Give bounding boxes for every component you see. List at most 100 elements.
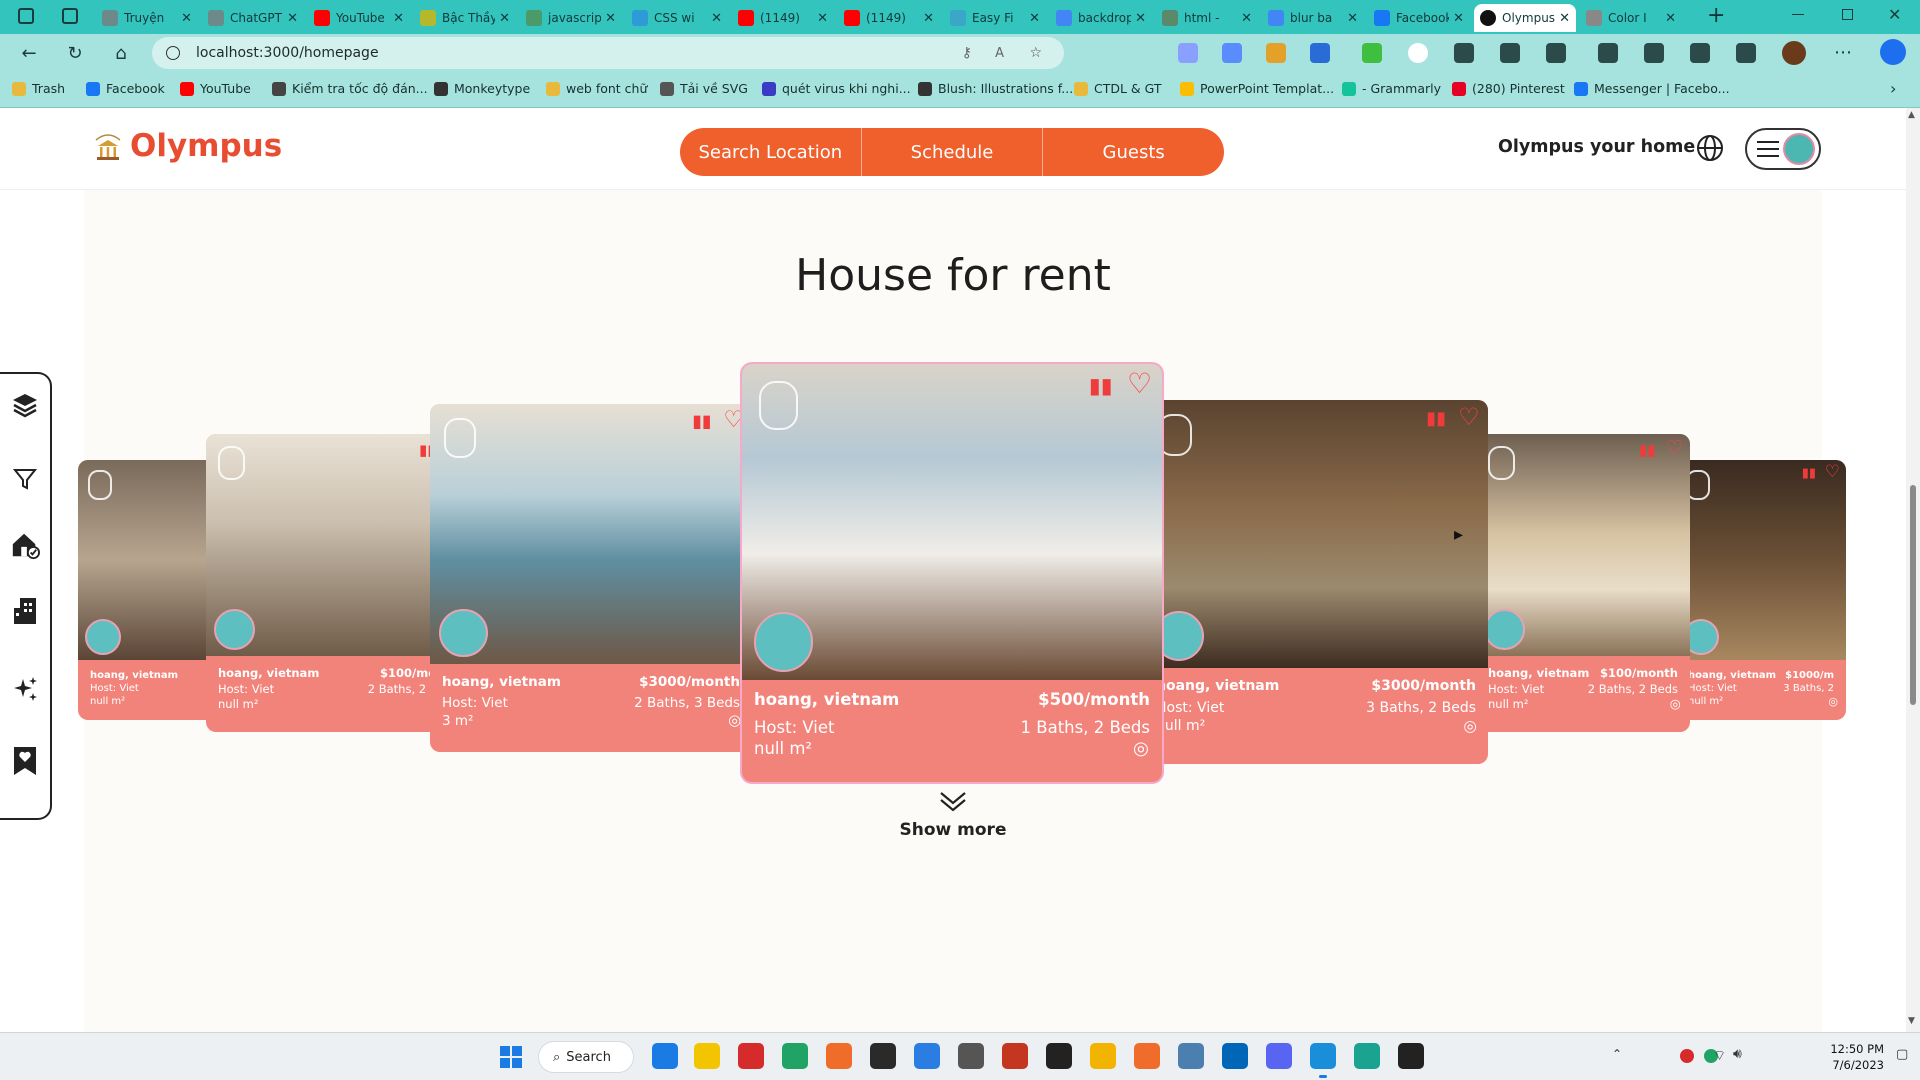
share-icon[interactable] bbox=[1736, 43, 1756, 63]
taskbar-app-icon[interactable] bbox=[782, 1043, 808, 1069]
taskbar-app-icon[interactable] bbox=[1398, 1043, 1424, 1069]
guests-button[interactable]: Guests bbox=[1043, 128, 1224, 176]
house-card[interactable]: ▮▮ ♡ hoang, vietnam $500/month Host: Viet 1 B… bbox=[742, 364, 1162, 782]
globe-icon[interactable] bbox=[1696, 134, 1724, 162]
compass-icon[interactable]: ◎ bbox=[1828, 695, 1838, 708]
taskbar-app-icon[interactable] bbox=[870, 1043, 896, 1069]
heart-icon[interactable]: ♡ bbox=[1825, 462, 1840, 482]
heart-icon[interactable]: ♡ bbox=[1666, 436, 1684, 459]
taskbar-app-icon[interactable] bbox=[914, 1043, 940, 1069]
home-check-icon[interactable] bbox=[10, 530, 40, 560]
taskbar-app-icon[interactable] bbox=[1002, 1043, 1028, 1069]
sparkles-icon[interactable] bbox=[10, 674, 40, 704]
scrollbar-thumb[interactable] bbox=[1910, 485, 1916, 705]
browser-tab[interactable]: Bậc Thầy ✕ bbox=[414, 4, 516, 32]
taskbar-search[interactable]: ⌕ Search bbox=[538, 1041, 634, 1073]
layers-icon[interactable] bbox=[10, 390, 40, 420]
tray-app-icon[interactable] bbox=[1680, 1049, 1694, 1063]
browser-tab[interactable]: Facebook ✕ bbox=[1368, 4, 1470, 32]
host-avatar[interactable] bbox=[85, 619, 121, 655]
tab-close-icon[interactable]: ✕ bbox=[817, 11, 828, 26]
tab-close-icon[interactable]: ✕ bbox=[1453, 11, 1464, 26]
map-icon[interactable]: ▮▮ bbox=[1426, 408, 1446, 429]
filter-icon[interactable] bbox=[10, 464, 40, 494]
scroll-up-icon[interactable]: ▲ bbox=[1908, 110, 1915, 120]
restore-button[interactable] bbox=[1842, 9, 1853, 20]
refresh-icon[interactable]: ↻ bbox=[60, 38, 90, 68]
bookmark-item[interactable]: Trash bbox=[12, 81, 65, 96]
tab-close-icon[interactable]: ✕ bbox=[1029, 11, 1040, 26]
browser-tab[interactable]: backdrop ✕ bbox=[1050, 4, 1152, 32]
bookmark-item[interactable]: Kiểm tra tốc độ đán... bbox=[272, 81, 428, 96]
host-avatar[interactable] bbox=[753, 612, 813, 672]
close-window-button[interactable]: ✕ bbox=[1888, 5, 1901, 24]
profile-avatar[interactable] bbox=[1782, 41, 1806, 65]
tab-actions-icon[interactable] bbox=[62, 8, 78, 24]
tab-close-icon[interactable]: ✕ bbox=[711, 11, 722, 26]
tab-close-icon[interactable]: ✕ bbox=[499, 11, 510, 26]
home-icon[interactable]: ⌂ bbox=[106, 38, 136, 68]
workspaces-icon[interactable] bbox=[18, 8, 34, 24]
map-icon[interactable]: ▮▮ bbox=[1639, 441, 1655, 459]
browser-tab[interactable]: ChatGPT ✕ bbox=[202, 4, 304, 32]
taskbar-app-icon[interactable] bbox=[738, 1043, 764, 1069]
compass-icon[interactable]: ◎ bbox=[1133, 738, 1149, 759]
browser-tab[interactable]: YouTube ✕ bbox=[308, 4, 410, 32]
taskbar-app-icon[interactable] bbox=[1178, 1043, 1204, 1069]
extension-shield-icon[interactable] bbox=[1178, 43, 1198, 63]
notifications-icon[interactable]: ▢ bbox=[1896, 1047, 1908, 1062]
browser-tab[interactable]: javascript ✕ bbox=[520, 4, 622, 32]
search-location-button[interactable]: Search Location bbox=[680, 128, 862, 176]
tab-close-icon[interactable]: ✕ bbox=[1559, 11, 1570, 26]
taskbar-app-icon[interactable] bbox=[1310, 1043, 1336, 1069]
map-icon[interactable]: ▮▮ bbox=[1089, 374, 1113, 399]
address-input[interactable]: localhost:3000/homepage ⚷ A ☆ bbox=[152, 37, 1064, 69]
minimize-button[interactable] bbox=[1792, 14, 1804, 15]
start-button[interactable] bbox=[500, 1046, 522, 1068]
taskbar-app-icon[interactable] bbox=[652, 1043, 678, 1069]
extension-icon[interactable] bbox=[1266, 43, 1286, 63]
show-more-button[interactable]: Show more bbox=[84, 790, 1822, 840]
tab-close-icon[interactable]: ✕ bbox=[1347, 11, 1358, 26]
bookmark-item[interactable]: Tải về SVG bbox=[660, 81, 748, 96]
more-menu-icon[interactable]: ⋯ bbox=[1834, 42, 1852, 63]
tab-close-icon[interactable]: ✕ bbox=[287, 11, 298, 26]
bookmarks-overflow-icon[interactable]: › bbox=[1890, 79, 1896, 98]
house-card[interactable]: ▮▮ ♡ hoang, vietnam $3000/month Host: Viet 3 … bbox=[1144, 400, 1488, 764]
bookmark-item[interactable]: PowerPoint Templat... bbox=[1180, 81, 1334, 96]
tab-close-icon[interactable]: ✕ bbox=[393, 11, 404, 26]
browser-tab[interactable]: Truyện ✕ bbox=[96, 4, 198, 32]
tray-chevron-icon[interactable]: ⌃ bbox=[1612, 1047, 1622, 1061]
clock[interactable]: 12:50 PM 7/6/2023 bbox=[1826, 1041, 1884, 1073]
heart-icon[interactable]: ♡ bbox=[1458, 403, 1479, 431]
bing-chat-icon[interactable] bbox=[1880, 39, 1906, 65]
favorite-star-icon[interactable]: ☆ bbox=[1029, 45, 1042, 61]
compass-icon[interactable]: ◎ bbox=[1463, 717, 1476, 735]
schedule-button[interactable]: Schedule bbox=[862, 128, 1044, 176]
back-icon[interactable]: ← bbox=[14, 38, 44, 68]
translate-icon[interactable] bbox=[1222, 43, 1242, 63]
taskbar-app-icon[interactable] bbox=[1090, 1043, 1116, 1069]
browser-tab[interactable]: Color I ✕ bbox=[1580, 4, 1682, 32]
heart-icon[interactable]: ♡ bbox=[1127, 367, 1152, 400]
bookmark-item[interactable]: quét virus khi nghi... bbox=[762, 81, 911, 96]
grammarly-icon[interactable] bbox=[1362, 43, 1382, 63]
browser-tab[interactable]: blur ba ✕ bbox=[1262, 4, 1364, 32]
house-card[interactable]: ▮▮ ♡ hoang, vietnam $1000/m Host: Viet 3 Bath… bbox=[1676, 460, 1846, 720]
brand-logo[interactable]: Olympus bbox=[92, 128, 282, 164]
browser-tab[interactable]: (1149) ✕ bbox=[838, 4, 940, 32]
host-avatar[interactable] bbox=[439, 608, 489, 658]
taskbar-app-icon[interactable] bbox=[1354, 1043, 1380, 1069]
bookmark-item[interactable]: CTDL & GT bbox=[1074, 81, 1162, 96]
bookmark-item[interactable]: web font chữ bbox=[546, 81, 647, 96]
taskbar-app-icon[interactable] bbox=[826, 1043, 852, 1069]
bookmark-item[interactable]: (280) Pinterest bbox=[1452, 81, 1565, 96]
map-icon[interactable]: ▮▮ bbox=[692, 412, 711, 432]
read-aloud-icon[interactable]: A bbox=[995, 46, 1004, 61]
extension-icon[interactable] bbox=[1310, 43, 1330, 63]
browser-tab[interactable]: Easy Fi ✕ bbox=[944, 4, 1046, 32]
heart-icon[interactable]: ♡ bbox=[723, 407, 744, 433]
tab-close-icon[interactable]: ✕ bbox=[181, 11, 192, 26]
taskbar-app-icon[interactable] bbox=[958, 1043, 984, 1069]
bookmark-item[interactable]: Blush: Illustrations f... bbox=[918, 81, 1073, 96]
